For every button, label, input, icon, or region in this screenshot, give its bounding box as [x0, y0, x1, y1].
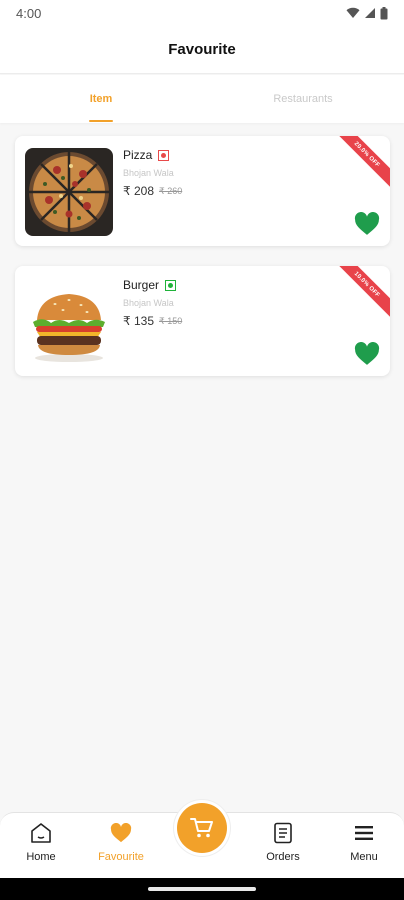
app-header: Favourite — [0, 26, 404, 74]
price-row: ₹ 135 ₹ 150 — [123, 314, 182, 328]
nav-menu[interactable]: Menu — [324, 813, 404, 879]
battery-icon — [380, 6, 388, 19]
food-image-pizza — [25, 148, 113, 236]
orders-icon — [271, 821, 295, 845]
page-title: Favourite — [168, 41, 236, 58]
price-row: ₹ 208 ₹ 260 — [123, 184, 182, 198]
heart-icon — [109, 821, 133, 845]
discount-label: 10.0% OFF — [334, 266, 390, 321]
original-price: ₹ 260 — [159, 185, 183, 196]
restaurant-name: Bhojan Wala — [123, 168, 174, 178]
item-name-row: Burger — [123, 278, 177, 292]
status-icons — [346, 6, 388, 20]
favourite-item-card[interactable]: Burger Bhojan Wala ₹ 135 ₹ 150 10.0% OFF — [15, 266, 390, 376]
tab-bar: Item Restaurants — [0, 75, 404, 123]
status-time: 4:00 — [16, 5, 42, 21]
veg-indicator-icon — [165, 279, 177, 291]
favourite-heart-icon[interactable] — [354, 212, 380, 236]
tab-active-indicator — [89, 120, 113, 122]
nav-favourite-label: Favourite — [98, 851, 144, 863]
tab-restaurants[interactable]: Restaurants — [202, 75, 404, 123]
tab-item-label: Item — [89, 93, 113, 105]
restaurant-name: Bhojan Wala — [123, 298, 174, 308]
discount-badge: 10.0% OFF — [334, 266, 390, 322]
original-price: ₹ 150 — [159, 315, 183, 326]
cart-icon — [190, 818, 213, 838]
discount-label: 20.0% OFF — [334, 136, 390, 191]
nav-orders[interactable]: Orders — [243, 813, 323, 879]
cart-button[interactable] — [174, 800, 230, 856]
menu-icon — [352, 821, 376, 845]
nav-orders-label: Orders — [266, 851, 300, 863]
item-name-row: Pizza — [123, 148, 170, 162]
nav-home-label: Home — [26, 851, 56, 863]
item-name: Burger — [123, 278, 160, 292]
non-veg-indicator-icon — [158, 149, 170, 161]
wifi-icon — [346, 7, 360, 19]
nav-home[interactable]: Home — [1, 813, 81, 879]
price: ₹ 135 — [123, 314, 154, 328]
tab-item[interactable]: Item — [0, 75, 202, 123]
item-name: Pizza — [123, 148, 153, 162]
home-indicator[interactable] — [148, 887, 256, 891]
signal-icon — [365, 8, 375, 18]
status-bar: 4:00 — [0, 0, 404, 26]
nav-menu-label: Menu — [350, 851, 378, 863]
discount-badge: 20.0% OFF — [334, 136, 390, 192]
home-icon — [29, 821, 53, 845]
tab-restaurants-label: Restaurants — [273, 93, 333, 105]
price: ₹ 208 — [123, 184, 154, 198]
favourite-heart-icon[interactable] — [354, 342, 380, 366]
favourite-item-card[interactable]: Pizza Bhojan Wala ₹ 208 ₹ 260 20.0% OFF — [15, 136, 390, 246]
food-image-burger — [25, 278, 113, 366]
system-navigation-bar — [0, 878, 404, 900]
nav-favourite[interactable]: Favourite — [81, 813, 161, 879]
